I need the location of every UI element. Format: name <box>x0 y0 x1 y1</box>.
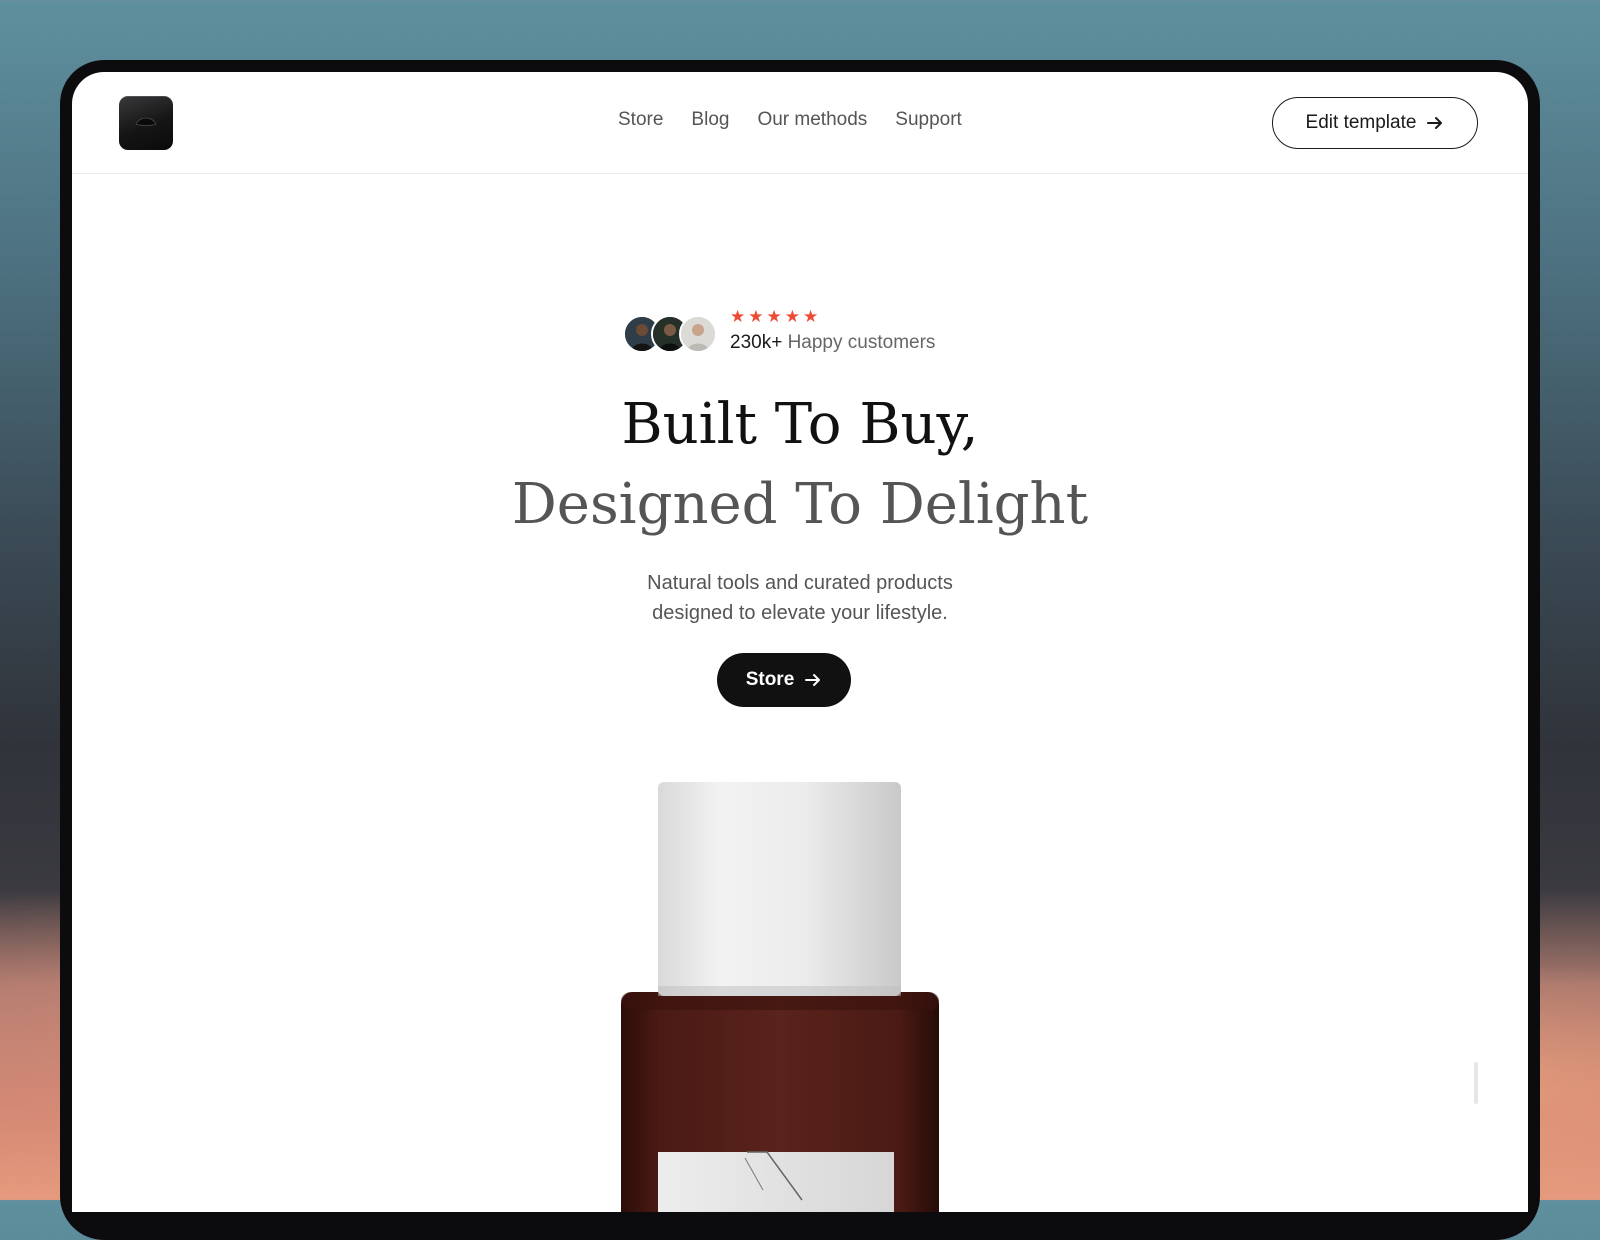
store-cta-label: Store <box>745 669 795 690</box>
hero-subtext: Natural tools and curated products desig… <box>72 568 1528 628</box>
headline-line-1: Built To Buy, <box>621 392 979 457</box>
arrow-right-icon <box>804 671 822 689</box>
customers-label: Happy customers <box>787 332 936 353</box>
edit-template-button[interactable]: Edit template <box>1272 97 1478 149</box>
site-header: Store Blog Our methods Support Edit temp… <box>72 72 1528 174</box>
hero-headline: Built To Buy, Designed To Delight <box>72 385 1528 545</box>
product-bottle-image <box>617 780 947 1212</box>
star-icon: ★ <box>730 307 746 327</box>
rating-stars: ★ ★ ★ ★ ★ <box>730 308 818 326</box>
happy-customers-text: 230k+ Happy customers <box>730 332 935 354</box>
nav-link-support[interactable]: Support <box>895 108 962 132</box>
avatar <box>679 315 717 353</box>
subtext-line-1: Natural tools and curated products <box>647 572 953 594</box>
scrollbar-handle[interactable] <box>1474 1062 1478 1104</box>
nav-link-store[interactable]: Store <box>618 108 663 132</box>
headline-line-2: Designed To Delight <box>511 472 1089 537</box>
browser-screen: Store Blog Our methods Support Edit temp… <box>72 72 1528 1212</box>
store-cta-button[interactable]: Store <box>717 653 851 707</box>
star-icon: ★ <box>803 307 819 327</box>
edit-template-label: Edit template <box>1305 112 1417 133</box>
arrow-right-icon <box>1426 114 1444 132</box>
nav-link-blog[interactable]: Blog <box>691 108 729 132</box>
star-icon: ★ <box>784 307 800 327</box>
customer-avatars <box>623 315 723 353</box>
star-icon: ★ <box>766 307 782 327</box>
star-icon: ★ <box>748 307 764 327</box>
brand-logo-icon[interactable] <box>119 96 173 150</box>
social-proof: ★ ★ ★ ★ ★ 230k+ Happy customers <box>72 308 1528 358</box>
nav-link-our-methods[interactable]: Our methods <box>757 108 867 132</box>
subtext-line-2: designed to elevate your lifestyle. <box>652 602 948 624</box>
customers-count: 230k+ <box>730 332 783 353</box>
